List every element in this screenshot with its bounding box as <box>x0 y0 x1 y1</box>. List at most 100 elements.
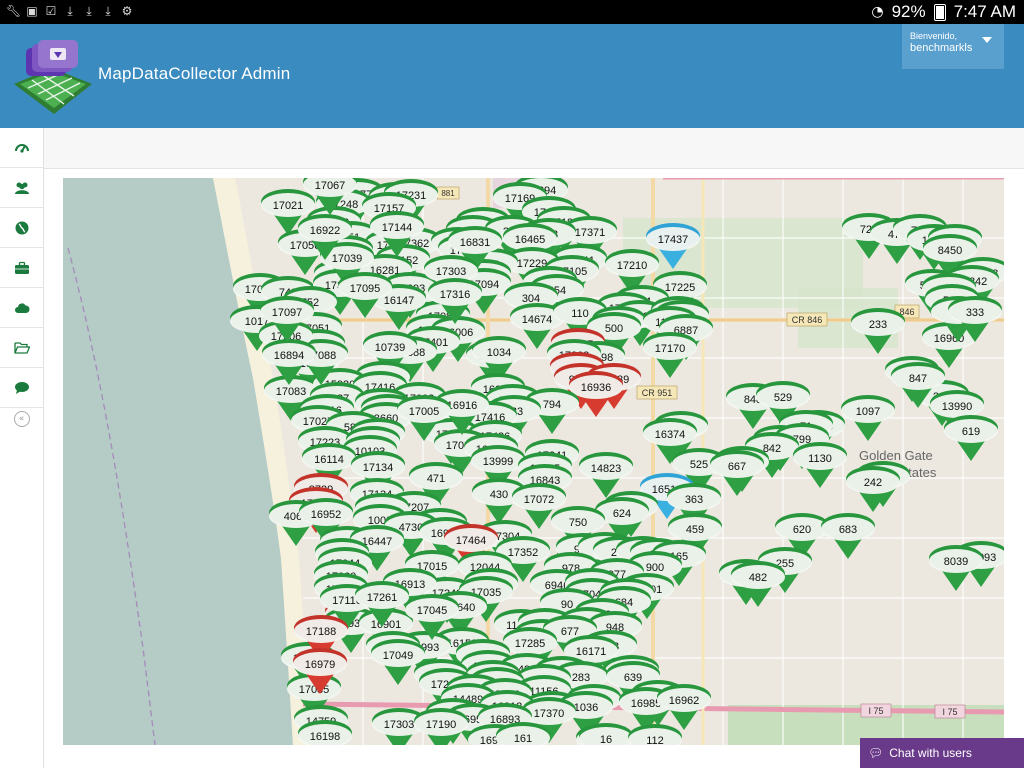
chat-with-users-label: Chat with users <box>889 746 972 760</box>
map-marker[interactable]: 17190 <box>414 708 468 745</box>
map-marker[interactable]: 667 <box>710 450 764 496</box>
marker-label: 16374 <box>655 429 686 441</box>
marker-label: 17190 <box>426 719 457 731</box>
sidebar-item-globe[interactable] <box>0 208 43 248</box>
marker-label: 17437 <box>658 234 689 246</box>
marker-label: 17303 <box>384 719 415 731</box>
marker-label: 430 <box>490 489 508 501</box>
marker-label: 161 <box>514 733 532 745</box>
marker-label: 16952 <box>311 509 342 521</box>
wifi-icon: ◔ <box>871 4 884 20</box>
marker-label: 10739 <box>375 342 406 354</box>
checklist-icon: ☑ <box>45 4 57 18</box>
marker-label: 677 <box>561 626 579 638</box>
marker-label: 529 <box>774 392 792 404</box>
map-marker[interactable]: 16198 <box>298 720 352 745</box>
marker-label: 900 <box>646 562 664 574</box>
road-label-i75-a: I 75 <box>868 706 883 716</box>
map-marker[interactable]: 482 <box>731 561 785 607</box>
marker-label: 17045 <box>417 605 448 617</box>
marker-label: 471 <box>427 473 445 485</box>
marker-label: 17261 <box>367 592 398 604</box>
marker-label: 17134 <box>363 462 394 474</box>
marker-label: 1130 <box>808 453 832 465</box>
marker-label: 8039 <box>944 556 968 568</box>
chevron-down-icon <box>982 37 992 43</box>
marker-label: 619 <box>962 426 980 438</box>
map-marker[interactable]: 16936 <box>569 371 623 417</box>
battery-icon <box>933 3 946 21</box>
map-marker[interactable]: 242 <box>846 466 900 512</box>
marker-label: 667 <box>728 461 746 473</box>
sidebar-item-cloud[interactable] <box>0 288 43 328</box>
sidebar-item-folder[interactable] <box>0 328 43 368</box>
marker-label: 500 <box>605 323 623 335</box>
road-label-cr846: CR 846 <box>792 315 823 325</box>
map-marker[interactable]: 8039 <box>929 545 983 591</box>
sidebar-item-chat[interactable] <box>0 368 43 408</box>
app-logo[interactable] <box>12 38 94 116</box>
marker-label: 233 <box>869 319 887 331</box>
breadcrumb-bar <box>44 128 1024 169</box>
marker-label: 16985 <box>631 698 662 710</box>
marker-label: 16979 <box>305 659 336 671</box>
marker-label: 17067 <box>315 180 346 192</box>
marker-label: 17371 <box>575 227 606 239</box>
sidebar: « <box>0 128 44 768</box>
marker-label: 17285 <box>515 638 546 650</box>
marker-label: 283 <box>572 672 590 684</box>
road-label-i75-b: I 75 <box>942 707 957 717</box>
marker-label: 17039 <box>332 253 363 265</box>
marker-label: 750 <box>569 517 587 529</box>
map-marker[interactable]: 14823 <box>579 452 633 498</box>
notification-icons: 🔧︎ ▣ ☑ ⤓ ⤓ ⤓ ⚙ <box>6 4 134 18</box>
map-base: 881 CR 846 846 CR 951 I 75 I 75 Golden G… <box>63 178 1004 745</box>
sidebar-item-briefcase[interactable] <box>0 248 43 288</box>
chat-with-users-button[interactable]: 💬︎ Chat with users <box>860 738 1024 768</box>
map-marker[interactable]: 1130 <box>793 442 847 488</box>
marker-label: 112 <box>646 735 664 745</box>
marker-label: 17144 <box>382 222 413 234</box>
sidebar-item-users[interactable] <box>0 168 43 208</box>
download-icon: ⤓ <box>67 4 73 18</box>
marker-label: 17049 <box>383 650 414 662</box>
settings-icon: ⚙ <box>121 4 133 18</box>
marker-label: 242 <box>864 477 882 489</box>
marker-label: 16147 <box>384 295 415 307</box>
users-icon <box>14 182 29 194</box>
dashboard-icon <box>14 143 29 153</box>
marker-label: 90 <box>561 599 573 611</box>
map-marker[interactable]: 17095 <box>338 272 392 318</box>
marker-label: 17352 <box>508 547 539 559</box>
sidebar-item-dashboard[interactable] <box>0 128 43 168</box>
map-marker[interactable]: 112 <box>628 724 682 745</box>
marker-label: 17316 <box>440 289 471 301</box>
marker-label: 847 <box>909 373 927 385</box>
marker-label: 17170 <box>655 343 686 355</box>
marker-label: 17225 <box>665 282 696 294</box>
marker-label: 16894 <box>274 350 305 362</box>
map-marker[interactable]: 619 <box>944 415 998 461</box>
marker-label: 333 <box>966 307 984 319</box>
android-status-bar: 🔧︎ ▣ ☑ ⤓ ⤓ ⤓ ⚙ ◔ 92% 7:47 AM <box>0 0 1024 24</box>
map-marker[interactable]: 1097 <box>841 395 895 441</box>
marker-label: 17021 <box>273 200 304 212</box>
user-menu[interactable]: Bienvenido, benchmarkls <box>902 24 1004 69</box>
marker-label: 16831 <box>460 237 491 249</box>
globe-icon <box>15 221 28 234</box>
marker-label: 459 <box>686 524 704 536</box>
marker-label: 110 <box>571 308 589 320</box>
chevron-left-icon: « <box>13 411 30 427</box>
marker-label: 794 <box>543 399 561 411</box>
marker-label: 1036 <box>574 702 598 714</box>
comments-icon: 💬︎ <box>868 746 884 760</box>
map-marker[interactable]: 683 <box>821 513 875 559</box>
marker-label: 16962 <box>669 695 700 707</box>
map-view[interactable]: 881 CR 846 846 CR 951 I 75 I 75 Golden G… <box>63 178 1004 745</box>
marker-label: 16936 <box>581 382 612 394</box>
sidebar-collapse-button[interactable]: « <box>0 408 43 430</box>
marker-label: 13999 <box>483 456 514 468</box>
user-name: benchmarkls <box>910 42 973 54</box>
marker-label: 16465 <box>515 234 546 246</box>
marker-label: 16916 <box>447 400 478 412</box>
